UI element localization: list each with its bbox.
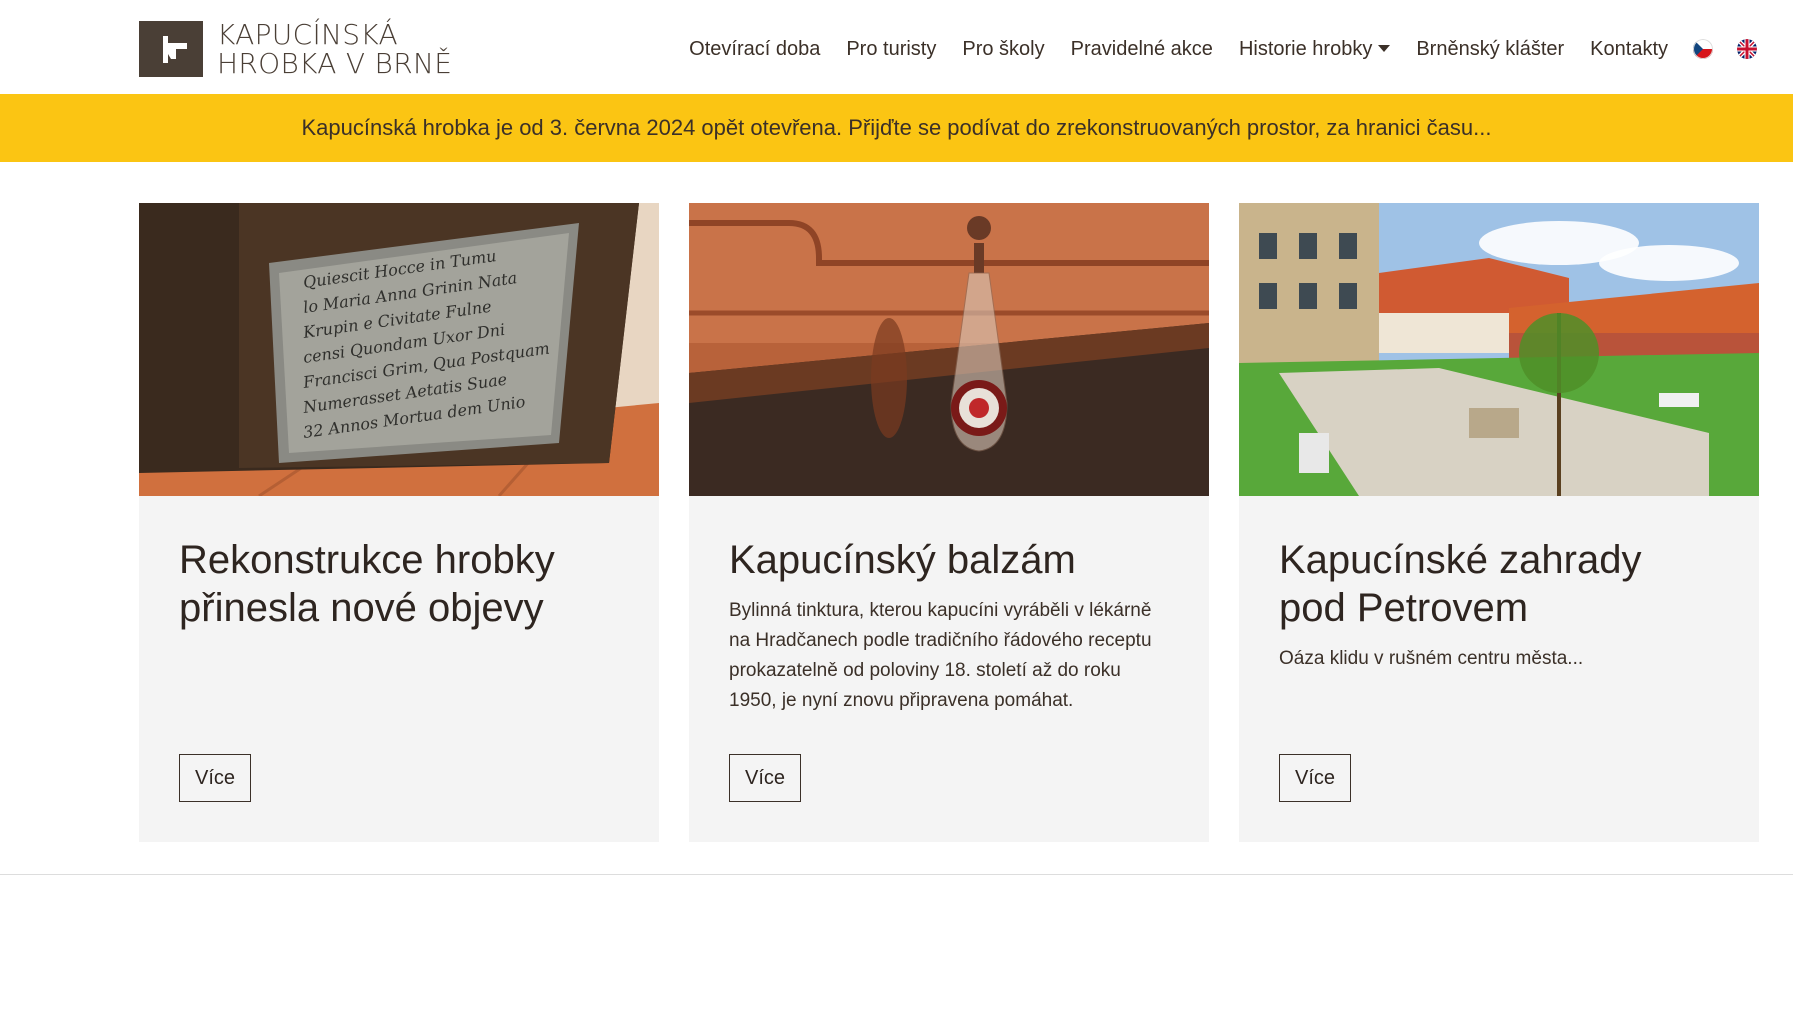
nav-tomb-history-label: Historie hrobky [1238,37,1373,60]
nav-regular-events[interactable]: Pravidelné akce [1071,38,1213,61]
card-title[interactable]: Rekonstrukce hrobky přinesla nové objevy [179,536,619,632]
section-divider [0,874,1793,875]
site-header: KAPUCÍNSKÁ HROBKA V BRNĚ Otevírací doba … [0,0,1793,94]
inscription-plaque-photo[interactable]: Quiescit Hocce in Tumu lo Maria Anna Gri… [139,203,659,496]
more-button[interactable]: Více [1279,754,1352,802]
cz-flag-icon[interactable] [1693,39,1713,59]
more-button[interactable]: Více [729,754,802,802]
garden-photo[interactable] [1239,203,1759,496]
main-nav: Otevírací doba Pro turisty Pro školy Pra… [676,32,1793,66]
card-gardens: Kapucínské zahrady pod Petrovem Oáza kli… [1239,203,1759,842]
nav-for-tourists[interactable]: Pro turisty [846,38,936,61]
site-logo[interactable]: KAPUCÍNSKÁ HROBKA V BRNĚ [139,20,452,78]
card-description: Oáza klidu v rušném centru města... [1279,648,1584,669]
balsam-bottle-photo[interactable] [689,203,1209,496]
logo-hammer-icon [139,21,203,77]
uk-flag-icon[interactable] [1737,39,1757,59]
card-description: Bylinná tinktura, kterou kapucíni vyrábě… [729,600,1152,711]
logo-text: KAPUCÍNSKÁ HROBKA V BRNĚ [217,20,452,78]
nav-for-schools[interactable]: Pro školy [962,38,1044,61]
logo-line-1: KAPUCÍNSKÁ [217,18,398,51]
more-button[interactable]: Více [179,754,252,802]
card-balsam: Kapucínský balzám Bylinná tinktura, kter… [689,203,1209,842]
card-reconstruction: Quiescit Hocce in Tumu lo Maria Anna Gri… [139,203,659,842]
caret-down-icon [1378,44,1391,52]
nav-opening-hours[interactable]: Otevírací doba [689,38,820,61]
card-title[interactable]: Kapucínský balzám [729,536,1169,584]
nav-tomb-history[interactable]: Historie hrobky [1238,37,1391,61]
nav-brno-monastery[interactable]: Brněnský klášter [1416,38,1564,61]
announcement-text[interactable]: Kapucínská hrobka je od 3. června 2024 o… [302,115,1492,141]
card-title[interactable]: Kapucínské zahrady pod Petrovem [1279,536,1719,632]
announcement-banner: Kapucínská hrobka je od 3. června 2024 o… [0,94,1793,162]
logo-line-2: HROBKA V BRNĚ [217,47,453,80]
feature-cards: Quiescit Hocce in Tumu lo Maria Anna Gri… [139,203,1759,842]
nav-contacts[interactable]: Kontakty [1590,38,1668,61]
